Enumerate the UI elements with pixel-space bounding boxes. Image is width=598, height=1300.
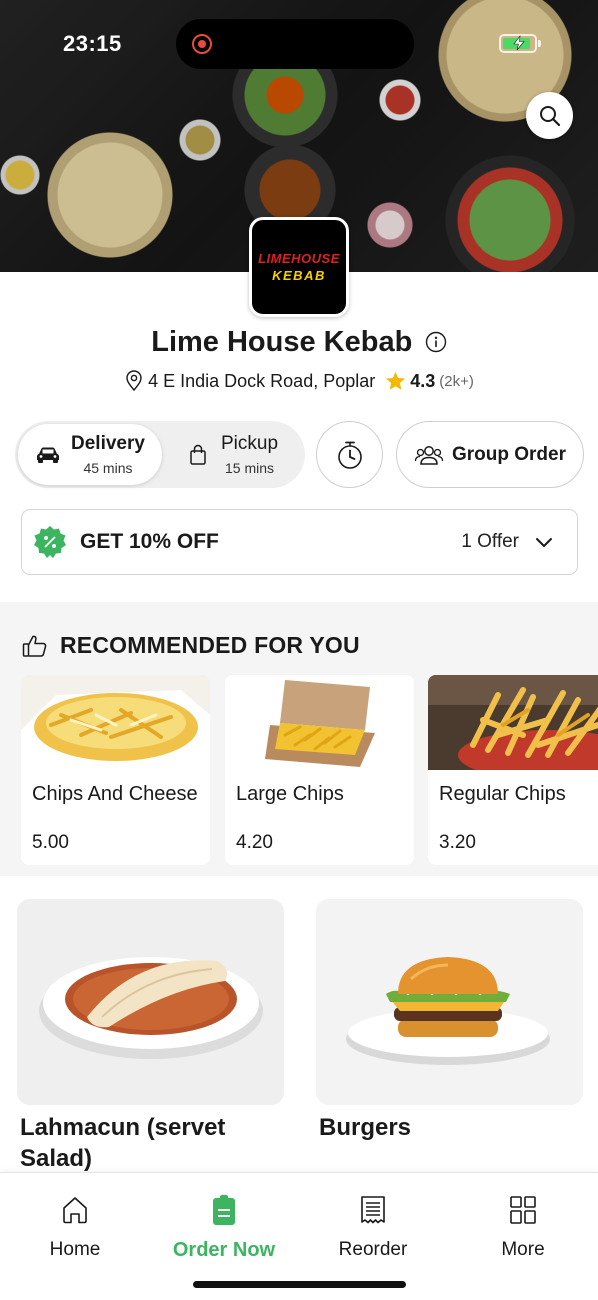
recommended-item-price: 5.00 xyxy=(32,832,69,853)
category-name: Lahmacun (servet Salad) xyxy=(20,1114,226,1172)
recommended-item-name: Regular Chips xyxy=(439,783,566,805)
charging-bolt-icon xyxy=(513,35,525,51)
star-icon xyxy=(386,371,406,390)
home-icon xyxy=(63,1197,87,1224)
logo-line2: KEBAB xyxy=(272,268,326,283)
restaurant-name: Lime House Kebab xyxy=(151,326,413,358)
recommended-item-name: Large Chips xyxy=(236,783,344,805)
restaurant-address: 4 E India Dock Road, Poplar xyxy=(148,370,376,391)
restaurant-logo: LIMEHOUSE KEBAB xyxy=(249,217,349,317)
offer-title: GET 10% OFF xyxy=(80,530,219,553)
battery-tip xyxy=(538,40,541,47)
offer-banner[interactable]: GET 10% OFF 1 Offer xyxy=(21,509,578,575)
recommended-title: RECOMMENDED FOR YOU xyxy=(60,632,360,658)
delivery-time: 45 mins xyxy=(83,460,133,476)
info-icon[interactable] xyxy=(425,331,447,353)
lahmacun-image xyxy=(17,899,284,1105)
search-button[interactable] xyxy=(526,92,573,139)
home-indicator xyxy=(193,1281,406,1288)
thumbs-up-icon xyxy=(22,635,47,657)
pickup-time: 15 mins xyxy=(225,460,275,476)
pickup-option[interactable]: Pickup 15 mins xyxy=(185,424,300,485)
receipt-icon xyxy=(361,1196,385,1224)
search-icon xyxy=(539,105,560,126)
nav-order-now-label: Order Now xyxy=(172,1239,276,1261)
burger-image xyxy=(316,899,583,1105)
dynamic-island xyxy=(176,19,414,69)
rating-value: 4.3 xyxy=(410,370,436,391)
delivery-option[interactable]: Delivery 45 mins xyxy=(18,424,162,485)
delivery-label: Delivery xyxy=(71,433,145,454)
pickup-label: Pickup xyxy=(221,433,279,454)
offer-count: 1 Offer xyxy=(461,531,519,552)
recommended-header: RECOMMENDED FOR YOU xyxy=(22,632,360,659)
recommended-section: RECOMMENDED FOR YOU Chips And Cheese 5.0… xyxy=(0,602,598,876)
restaurant-title-row: Lime House Kebab xyxy=(0,326,598,359)
recording-icon xyxy=(192,34,212,54)
category-name: Burgers xyxy=(319,1114,412,1141)
recommended-card[interactable]: Regular Chips 3.20 xyxy=(428,675,598,865)
category-card[interactable] xyxy=(316,899,583,1105)
group-icon xyxy=(414,445,444,465)
large-chips-image xyxy=(225,675,414,770)
recommended-item-name: Chips And Cheese xyxy=(32,783,198,805)
nav-reorder-label: Reorder xyxy=(338,1239,408,1260)
logo-line1: LIMEHOUSE xyxy=(258,251,340,266)
group-order-button[interactable]: Group Order xyxy=(396,421,584,488)
battery-icon xyxy=(499,34,537,53)
address-row: 4 E India Dock Road, Poplar 4.3 (2k+) xyxy=(0,370,598,392)
car-icon xyxy=(37,447,59,463)
status-time: 23:15 xyxy=(63,31,122,56)
nav-reorder[interactable]: Reorder xyxy=(313,1193,433,1261)
recommended-item-price: 3.20 xyxy=(439,832,476,853)
discount-badge-icon xyxy=(34,526,66,558)
chevron-down-icon[interactable] xyxy=(535,536,553,548)
order-icon xyxy=(213,1195,235,1225)
schedule-button[interactable] xyxy=(316,421,383,488)
nav-more-label: More xyxy=(501,1239,545,1260)
nav-more[interactable]: More xyxy=(463,1193,583,1261)
nav-home-label: Home xyxy=(49,1239,101,1260)
group-order-label: Group Order xyxy=(451,443,566,465)
order-mode-toggle: Delivery 45 mins Pickup 15 mins xyxy=(15,421,305,488)
recommended-item-price: 4.20 xyxy=(236,832,273,853)
bag-icon xyxy=(190,444,206,465)
recommended-card[interactable]: Chips And Cheese 5.00 xyxy=(21,675,210,865)
chips-and-cheese-image xyxy=(21,675,210,770)
recommended-card[interactable]: Large Chips 4.20 xyxy=(225,675,414,865)
stopwatch-icon xyxy=(337,441,362,469)
regular-chips-image xyxy=(428,675,598,770)
grid-icon xyxy=(510,1196,536,1224)
category-card[interactable] xyxy=(17,899,284,1105)
nav-home[interactable]: Home xyxy=(15,1193,135,1261)
nav-order-now[interactable]: Order Now xyxy=(164,1193,284,1262)
location-pin-icon xyxy=(126,370,142,392)
review-count: (2k+) xyxy=(439,372,474,390)
